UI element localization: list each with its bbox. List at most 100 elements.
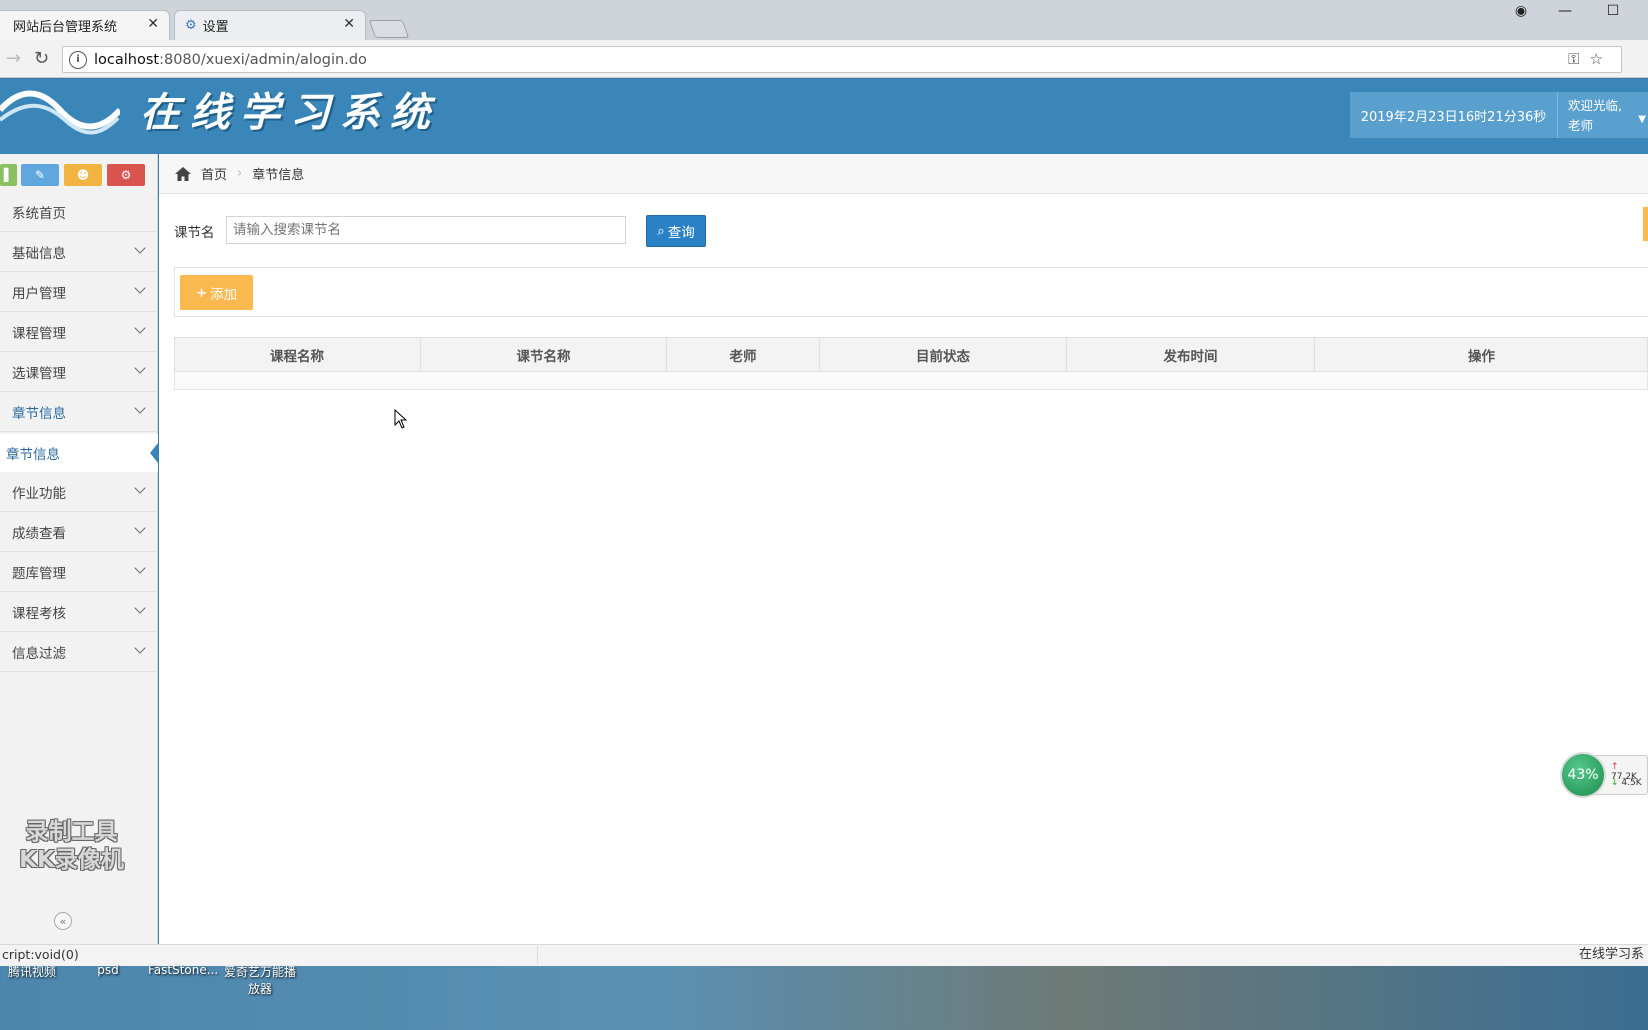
query-button-label: 查询 — [667, 225, 695, 241]
url-path: :8080/xuexi/admin/alogin.do — [159, 51, 367, 68]
sidebar-item-info-filter[interactable]: 信息过滤 — [0, 632, 158, 672]
desktop-icon-label[interactable]: 爱奇艺万能播放器 — [222, 963, 298, 997]
add-button-label: 添加 — [210, 286, 238, 303]
column-header-course-name[interactable]: 课程名称 — [174, 337, 421, 372]
table-empty-row — [174, 372, 1648, 390]
search-icon: ⌕ — [657, 223, 665, 239]
reload-icon[interactable]: ↻ — [34, 48, 49, 69]
chevron-down-icon — [134, 522, 146, 534]
shortcut-stats-button[interactable]: ▌ — [0, 164, 17, 186]
sidebar-item-label: 成绩查看 — [12, 525, 66, 542]
sidebar-item-label: 作业功能 — [12, 485, 66, 502]
download-arrow-icon: ↓ — [1611, 778, 1619, 788]
minimize-icon[interactable]: — — [1542, 0, 1588, 22]
desktop-icon-label[interactable]: 腾讯视频 — [4, 963, 60, 980]
memory-gauge[interactable]: 43% — [1560, 752, 1606, 798]
browser-tab-admin[interactable]: 网站后台管理系统 ✕ — [0, 10, 170, 40]
chevron-down-icon — [134, 242, 146, 254]
sidebar-item-label: 课程管理 — [12, 325, 66, 342]
breadcrumb-home[interactable]: 首页 — [201, 164, 227, 183]
sidebar-item-grades[interactable]: 成绩查看 — [0, 512, 158, 552]
add-button[interactable]: + 添加 — [180, 275, 253, 310]
sidebar-item-question-bank[interactable]: 题库管理 — [0, 552, 158, 592]
user-menu[interactable]: 欢迎光临, 老师 ▼ — [1557, 92, 1648, 138]
chevron-down-icon — [134, 602, 146, 614]
users-icon: ☻ — [76, 168, 90, 182]
column-header-teacher[interactable]: 老师 — [667, 337, 820, 372]
profile-icon[interactable]: ◉ — [1498, 0, 1544, 22]
gear-icon: ⚙ — [185, 18, 197, 33]
cogs-icon: ⚙ — [120, 168, 132, 182]
shortcut-users-button[interactable]: ☻ — [64, 164, 102, 186]
query-button[interactable]: ⌕ 查询 — [646, 215, 706, 247]
info-icon[interactable]: i — [69, 50, 87, 69]
header-datetime: 2019年2月23日16时21分36秒 — [1350, 92, 1557, 138]
chevron-down-icon — [134, 562, 146, 574]
tab-title: 网站后台管理系统 — [13, 20, 118, 35]
column-header-lesson-name[interactable]: 课节名称 — [421, 337, 667, 372]
close-tab-icon[interactable]: ✕ — [343, 16, 355, 32]
sidebar-collapse-button[interactable]: « — [54, 912, 72, 930]
status-page-title: 在线学习系 — [1578, 947, 1644, 962]
forward-icon[interactable]: → — [6, 48, 21, 69]
action-toolbar — [174, 267, 1648, 317]
watermark-line: 录制工具 — [25, 819, 118, 845]
sidebar-item-chapters[interactable]: 章节信息 — [0, 392, 158, 432]
desktop-icon-label[interactable]: FastStone... — [148, 963, 218, 977]
shortcut-settings-button[interactable]: ⚙ — [107, 164, 145, 186]
sidebar-item-label: 基础信息 — [12, 245, 66, 262]
chevron-down-icon — [134, 402, 146, 414]
breadcrumb: 首页 › 章节信息 — [159, 154, 1648, 194]
status-link-text: cript:void(0) — [0, 946, 538, 964]
sidebar-item-course-assessment[interactable]: 课程考核 — [0, 592, 158, 632]
new-tab-button[interactable] — [368, 20, 410, 38]
sidebar-item-homework[interactable]: 作业功能 — [0, 472, 158, 512]
column-header-status[interactable]: 目前状态 — [820, 337, 1067, 372]
maximize-icon[interactable]: ☐ — [1590, 0, 1636, 22]
sidebar-item-label: 课程考核 — [12, 605, 66, 622]
sidebar-item-label: 系统首页 — [12, 205, 66, 222]
pencil-icon: ✎ — [34, 168, 46, 182]
active-pointer-icon — [150, 443, 158, 463]
mouse-cursor-icon — [394, 409, 408, 429]
browser-tab-settings[interactable]: ⚙ 设置 ✕ — [174, 10, 366, 40]
sidebar-item-course-management[interactable]: 课程管理 — [0, 312, 158, 352]
chevron-down-icon — [134, 642, 146, 654]
sidebar-subitem-label: 章节信息 — [6, 447, 60, 463]
breadcrumb-separator: › — [237, 166, 243, 181]
sidebar-item-home[interactable]: 系统首页 — [0, 192, 158, 232]
column-header-publish-time[interactable]: 发布时间 — [1067, 337, 1315, 372]
sidebar-subitem-chapters[interactable]: 章节信息 — [0, 434, 158, 472]
chevron-down-icon — [134, 482, 146, 494]
chevron-down-icon — [134, 282, 146, 294]
user-role: 老师 — [1568, 118, 1594, 133]
desktop-icon-label[interactable]: psd — [88, 963, 128, 977]
logo-icon — [0, 90, 120, 135]
url-host: localhost — [94, 51, 160, 68]
sidebar-item-basic-info[interactable]: 基础信息 — [0, 232, 158, 272]
column-header-actions: 操作 — [1468, 348, 1495, 365]
sidebar-item-label: 选课管理 — [12, 365, 66, 382]
sidebar-item-label: 题库管理 — [12, 565, 66, 582]
chevron-down-icon — [134, 322, 146, 334]
sidebar-item-enrollment[interactable]: 选课管理 — [0, 352, 158, 392]
sidebar-item-label: 章节信息 — [12, 405, 66, 422]
side-tab-edge[interactable] — [1643, 207, 1648, 241]
sidebar-item-user-management[interactable]: 用户管理 — [0, 272, 158, 312]
welcome-text: 欢迎光临, — [1568, 98, 1622, 113]
sidebar-item-label: 信息过滤 — [12, 645, 66, 662]
chevron-down-icon — [134, 362, 146, 374]
upload-arrow-icon: ↑ — [1611, 762, 1619, 772]
download-speed: 4.5K — [1621, 778, 1642, 788]
app-title: 在线学习系统 — [140, 89, 440, 136]
shortcut-edit-button[interactable]: ✎ — [21, 164, 59, 186]
sidebar-item-label: 用户管理 — [12, 285, 66, 302]
tab-title: 设置 — [202, 20, 229, 35]
home-icon[interactable] — [175, 166, 191, 181]
watermark-line: KK录像机 — [19, 847, 124, 873]
search-input[interactable] — [226, 216, 626, 244]
address-bar[interactable]: i localhost:8080/xuexi/admin/alogin.do ⚿… — [62, 46, 1622, 73]
close-tab-icon[interactable]: ✕ — [147, 16, 159, 32]
search-label: 课节名 — [174, 225, 215, 241]
key-star-icons[interactable]: ⚿☆ — [1568, 50, 1613, 68]
